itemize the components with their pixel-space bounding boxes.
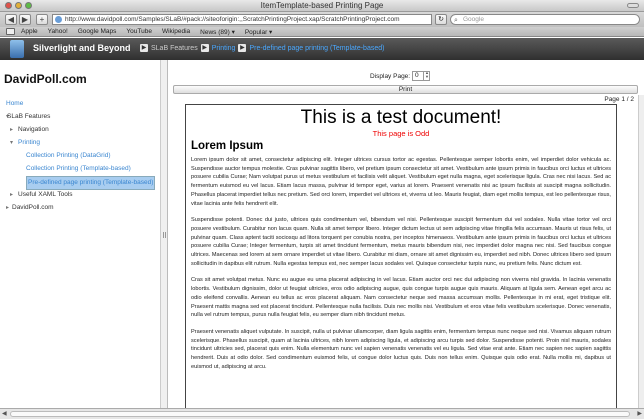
bookmark-youtube[interactable]: YouTube — [126, 28, 152, 35]
breadcrumb-arrow-icon: ▶ — [238, 44, 247, 52]
nav-item-label: SLaB Features — [7, 113, 51, 120]
document-page: This is a test document! This page is Od… — [185, 104, 617, 408]
browser-toolbar: ◀ ▶ + http://www.davidpoll.com/Samples/S… — [0, 12, 644, 27]
nav-item-label: DavidPoll.com — [12, 204, 54, 211]
globe-icon — [55, 16, 62, 23]
display-page-row: Display Page: 0 ▲ ▼ — [169, 71, 644, 83]
bookmark-news[interactable]: News (89) ▾ — [200, 28, 235, 36]
site-banner: Silverlight and Beyond ▶ SLaB Features ▶… — [0, 38, 644, 60]
search-icon: ⌕ — [454, 17, 458, 24]
vertical-scrollbar[interactable] — [638, 95, 644, 408]
display-page-label: Display Page: — [370, 73, 411, 80]
breadcrumb-slab-features[interactable]: SLaB Features — [151, 45, 198, 52]
add-tab-button[interactable]: + — [36, 14, 48, 25]
site-logo-icon — [10, 40, 24, 58]
nav-item-label: Navigation — [18, 126, 49, 133]
nav-item-label: Pre-defined page printing (Template-base… — [26, 176, 156, 190]
collapse-arrow-icon[interactable]: ▸ — [6, 202, 9, 214]
bookmark-wikipedia[interactable]: Wikipedia — [162, 28, 190, 35]
body-paragraph: Cras sit amet volutpat metus. Nunc eu au… — [191, 277, 611, 319]
scroll-right-icon[interactable]: ▶ — [637, 410, 642, 417]
main-content: Display Page: 0 ▲ ▼ Print Page 1 / 2 This… — [169, 60, 644, 408]
nav-item-label: Printing — [18, 139, 41, 146]
address-text: http://www.davidpoll.com/Samples/SLaB/#p… — [65, 16, 400, 23]
display-page-stepper[interactable]: ▲ ▼ — [423, 71, 430, 81]
panel-splitter[interactable] — [161, 60, 168, 408]
search-field[interactable]: ⌕ Google — [450, 14, 640, 25]
lorem-heading: Lorem Ipsum — [191, 140, 264, 152]
bookmark-yahoo[interactable]: Yahoo! — [48, 28, 68, 35]
print-preview-area: Page 1 / 2 This is a test document! This… — [173, 95, 638, 408]
search-placeholder: Google — [463, 16, 484, 23]
print-button[interactable]: Print — [173, 85, 638, 94]
nav-item-label: Collection Printing (Template-based) — [26, 165, 131, 172]
body-paragraph: Suspendisse potenti. Donec dui justo, ul… — [191, 217, 611, 267]
forward-button[interactable]: ▶ — [19, 14, 31, 25]
collapse-arrow-icon[interactable]: ▸ — [10, 189, 13, 201]
page-indicator: Page 1 / 2 — [604, 96, 634, 103]
page-parity-text: This page is Odd — [372, 129, 430, 138]
left-navigation: DavidPoll.com Home ▾ SLaB Features ▸ Nav… — [0, 60, 161, 408]
body-paragraph: Praesent venenatis aliquet vulputate. In… — [191, 328, 611, 370]
site-banner-title: Silverlight and Beyond — [33, 43, 131, 53]
breadcrumb-predefined-page-printing[interactable]: Pre-defined page printing (Template-base… — [249, 45, 384, 52]
bookmark-apple[interactable]: Apple — [21, 28, 38, 35]
collapse-arrow-icon[interactable]: ▸ — [10, 124, 13, 136]
splitter-grip-icon — [163, 232, 166, 238]
reload-icon: ↻ — [438, 16, 444, 23]
horizontal-scrollbar[interactable]: ◀ ▶ — [0, 408, 644, 419]
nav-item-label: Home — [6, 100, 24, 107]
back-button[interactable]: ◀ — [5, 14, 17, 25]
breadcrumb: ▶ SLaB Features ▶ Printing ▶ Pre-defined… — [140, 44, 384, 52]
bookmark-google-maps[interactable]: Google Maps — [78, 28, 117, 35]
bookmark-popular[interactable]: Popular ▾ — [245, 28, 272, 36]
expand-arrow-icon[interactable]: ▾ — [10, 137, 13, 149]
nav-item-label: Useful XAML Tools — [18, 191, 73, 198]
scroll-left-icon[interactable]: ◀ — [2, 410, 7, 417]
window-titlebar: ItemTemplate-based Printing Page — [0, 0, 644, 12]
breadcrumb-arrow-icon: ▶ — [140, 44, 148, 52]
nav-item-label: Collection Printing (DataGrid) — [26, 152, 111, 159]
site-title: DavidPoll.com — [4, 72, 87, 86]
bookmarks-bar: Apple Yahoo! Google Maps YouTube Wikiped… — [0, 27, 644, 37]
breadcrumb-arrow-icon: ▶ — [200, 44, 209, 52]
reload-button[interactable]: ↻ — [435, 14, 447, 25]
breadcrumb-printing[interactable]: Printing — [212, 45, 236, 52]
bookmarks-book-icon[interactable] — [6, 28, 15, 35]
address-bar[interactable]: http://www.davidpoll.com/Samples/SLaB/#p… — [52, 14, 432, 25]
window-title: ItemTemplate-based Printing Page — [260, 1, 384, 10]
document-title: This is a test document! — [300, 107, 502, 128]
toolbar-toggle-button[interactable] — [627, 3, 639, 8]
horizontal-scroll-thumb[interactable] — [10, 411, 630, 417]
body-paragraph: Lorem ipsum dolor sit amet, consectetur … — [191, 157, 611, 207]
